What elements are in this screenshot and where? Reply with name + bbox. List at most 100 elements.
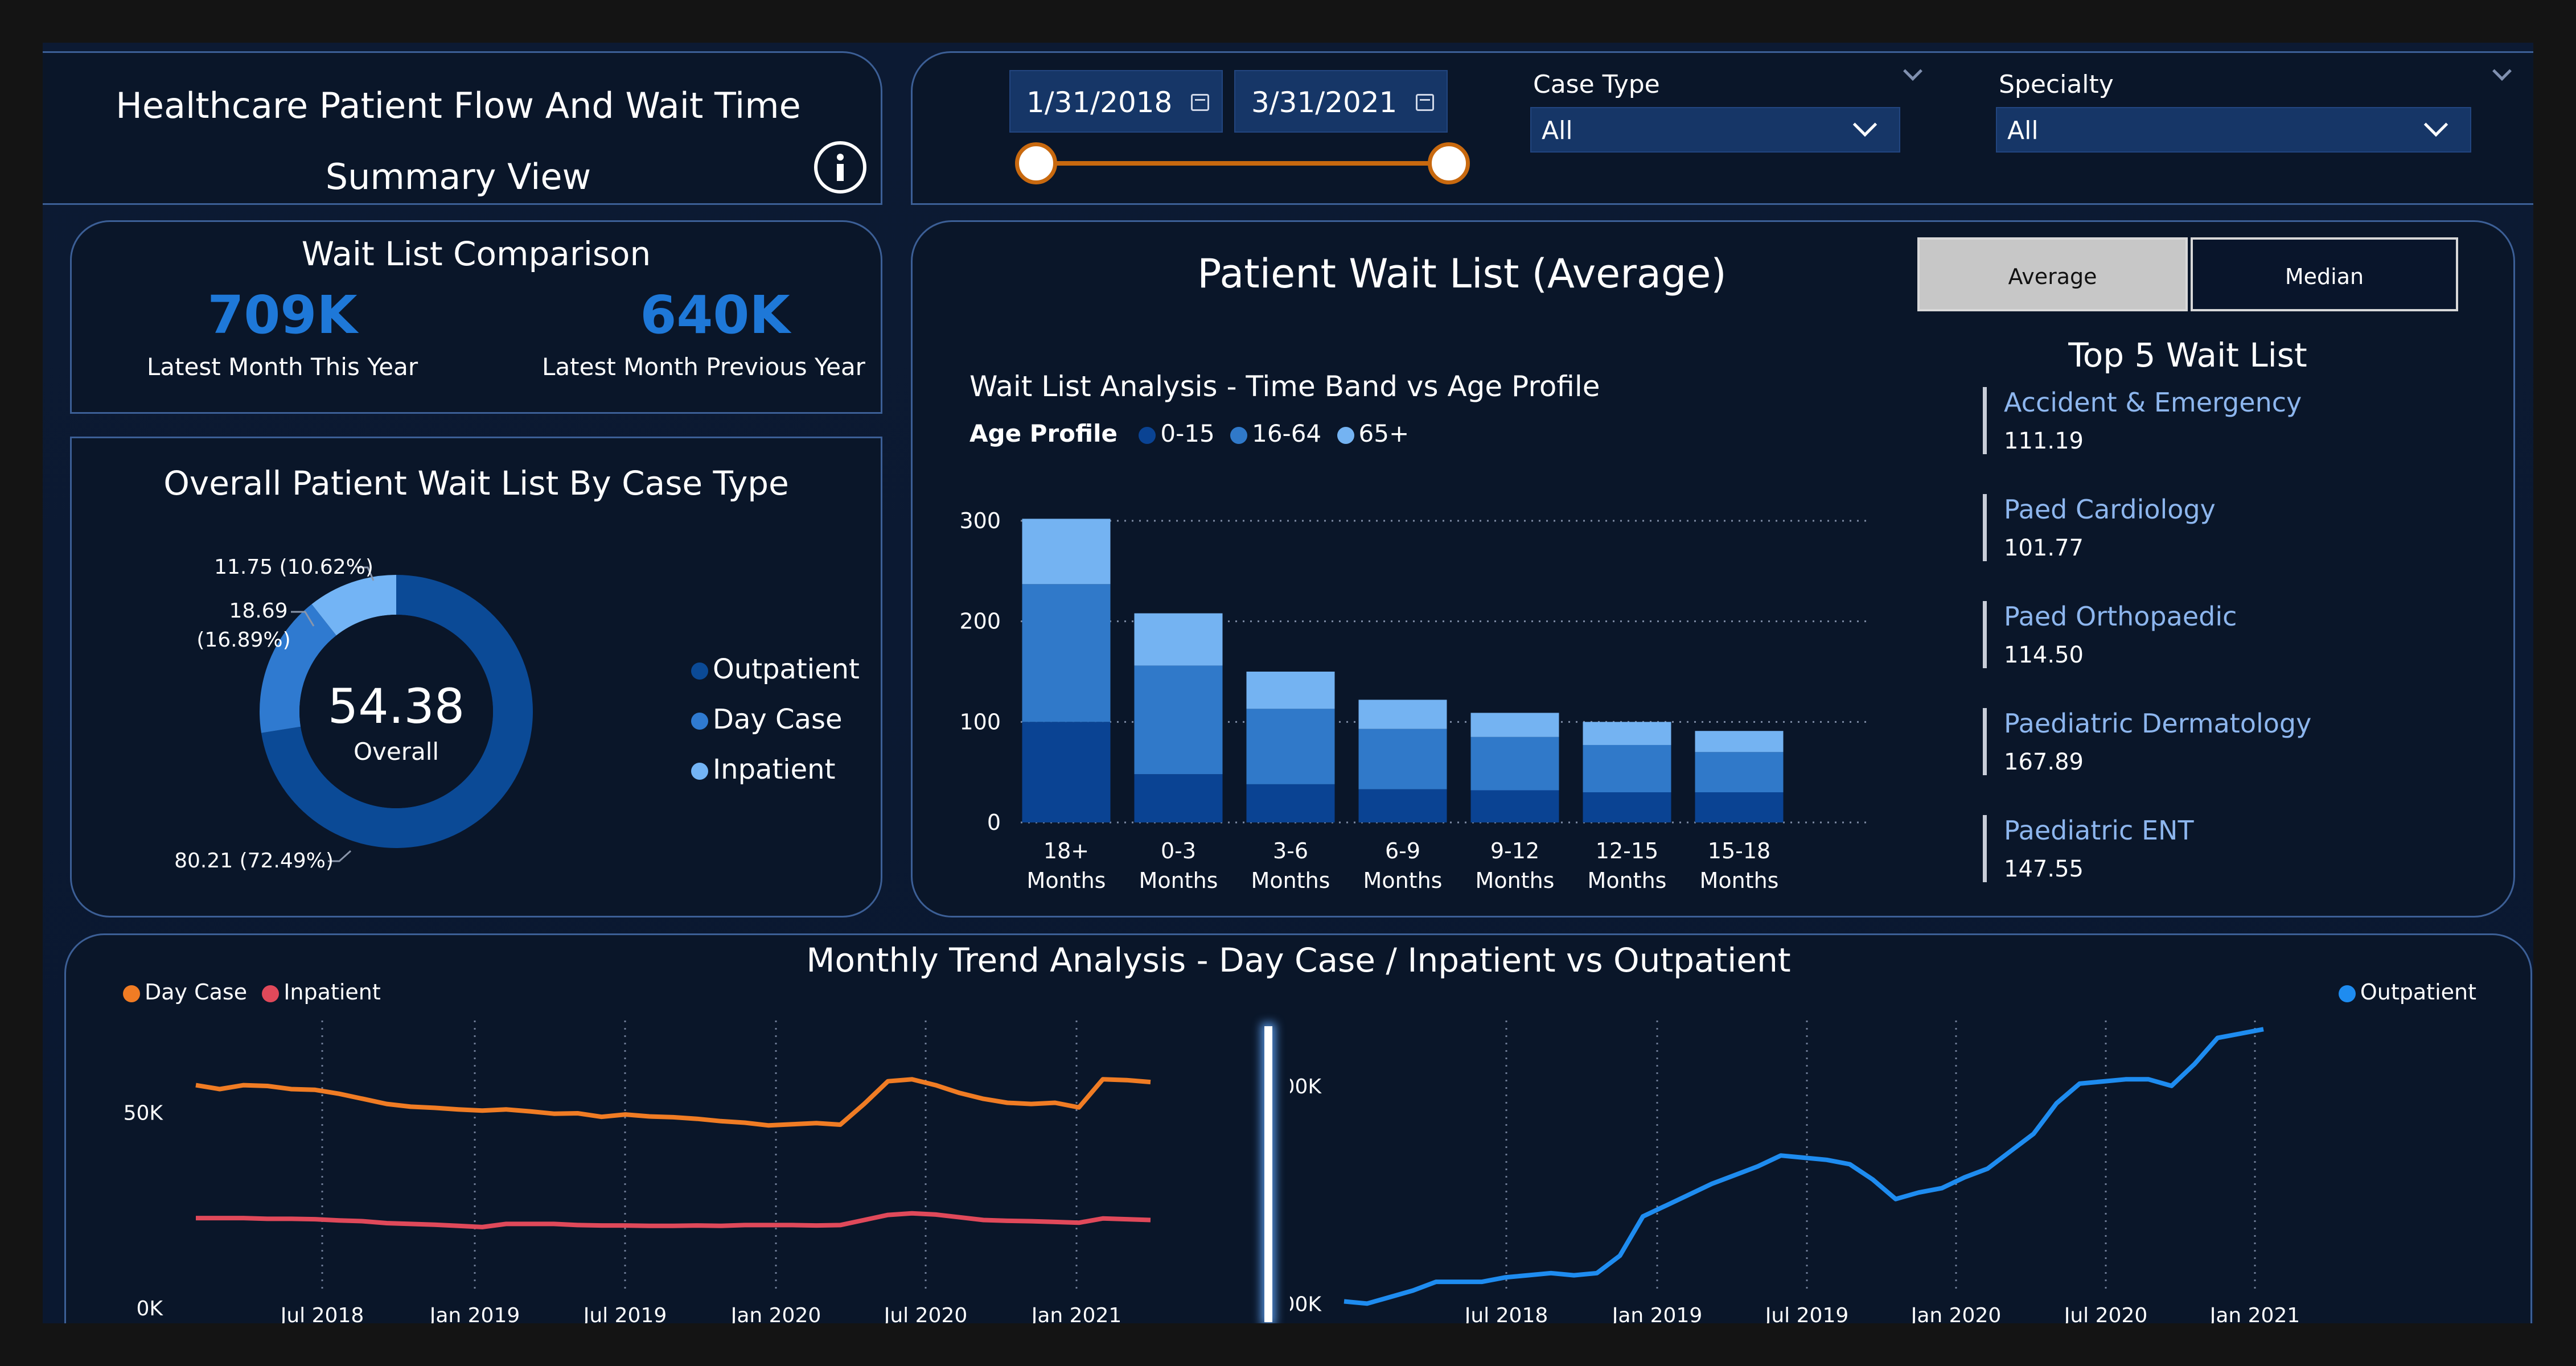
bar-segment-65+[interactable] xyxy=(1246,672,1335,709)
chevron-down-icon[interactable] xyxy=(2492,61,2512,81)
legend-item-outpatient[interactable]: Outpatient xyxy=(691,644,860,694)
top5-item[interactable]: Paediatric ENT 147.55 xyxy=(1983,815,2495,882)
chart-divider xyxy=(1264,1026,1272,1322)
date-slider-track[interactable] xyxy=(1035,161,1448,166)
x-tick-label: Jul 2019 xyxy=(1764,1304,1849,1323)
donut-center-label: Overall xyxy=(354,738,439,766)
top5-name: Paed Orthopaedic xyxy=(2004,601,2237,632)
top5-name: Paediatric Dermatology xyxy=(2004,708,2312,739)
bar-segment-0-15[interactable] xyxy=(1358,789,1447,822)
y-tick-label: 600K xyxy=(1290,1075,1322,1098)
bar-segment-0-15[interactable] xyxy=(1246,784,1335,822)
trend-line-day-case[interactable] xyxy=(195,1077,1151,1128)
y-tick-label: 0 xyxy=(987,810,1001,835)
case-type-value: All xyxy=(1542,116,1573,145)
trend-line-inpatient[interactable] xyxy=(196,1211,1151,1229)
bar-segment-65+[interactable] xyxy=(1358,700,1447,729)
bar-segment-0-15[interactable] xyxy=(1695,792,1784,822)
bar-segment-16-64[interactable] xyxy=(1022,584,1111,722)
specialty-label: Specialty xyxy=(1999,70,2114,99)
bar-segment-16-64[interactable] xyxy=(1583,744,1671,792)
bar-segment-65+[interactable] xyxy=(1583,722,1671,745)
kpi-prev-year-label: Latest Month Previous Year xyxy=(542,353,865,381)
donut-center-value: 54.38 xyxy=(328,678,465,734)
info-icon[interactable] xyxy=(814,141,866,194)
start-date-value: 1/31/2018 xyxy=(1026,86,1173,119)
y-tick-label: 50K xyxy=(124,1102,164,1125)
kpi-this-year-label: Latest Month This Year xyxy=(146,353,418,381)
x-tick-label: Jan 2019 xyxy=(429,1304,520,1323)
legend-label-daycase: Day Case xyxy=(713,703,843,735)
top5-item[interactable]: Accident & Emergency 111.19 xyxy=(1983,387,2495,454)
x-tick-label: Months xyxy=(1251,868,1330,893)
bar-segment-65+[interactable] xyxy=(1695,731,1784,752)
top5-value: 167.89 xyxy=(2004,749,2084,775)
y-tick-label: 0K xyxy=(136,1297,163,1320)
bar-segment-0-15[interactable] xyxy=(1470,790,1559,822)
bar-segment-65+[interactable] xyxy=(1470,713,1559,737)
calendar-icon[interactable] xyxy=(1416,94,1434,111)
x-tick-label: Months xyxy=(1363,868,1443,893)
kpi-title: Wait List Comparison xyxy=(301,234,651,273)
end-date-value: 3/31/2021 xyxy=(1251,86,1398,119)
kpi-panel: Wait List Comparison 709K Latest Month T… xyxy=(70,220,882,414)
y-tick-label: 300 xyxy=(959,508,1001,533)
bar-segment-16-64[interactable] xyxy=(1134,665,1223,775)
top5-item[interactable]: Paed Orthopaedic 114.50 xyxy=(1983,601,2495,668)
end-date-input[interactable]: 3/31/2021 xyxy=(1234,70,1448,133)
top5-name: Accident & Emergency xyxy=(2004,387,2302,418)
page-title-line1: Healthcare Patient Flow And Wait Time xyxy=(116,85,801,126)
legend-dot-inpatient xyxy=(691,763,708,780)
x-tick-label: Jul 2018 xyxy=(280,1304,364,1323)
x-tick-label: Jul 2019 xyxy=(582,1304,667,1323)
legend-item-daycase[interactable]: Day Case xyxy=(691,694,860,744)
wait-list-panel: Patient Wait List (Average) Average Medi… xyxy=(911,220,2515,917)
bar-segment-16-64[interactable] xyxy=(1246,709,1335,784)
date-slider-end-handle[interactable] xyxy=(1428,142,1470,184)
median-button[interactable]: Median xyxy=(2191,237,2458,311)
legend-item-inpatient[interactable]: Inpatient xyxy=(691,744,860,795)
trend-panel: Monthly Trend Analysis - Day Case / Inpa… xyxy=(64,933,2532,1323)
case-type-select[interactable]: All xyxy=(1530,107,1900,153)
kpi-this-year-value: 709K xyxy=(207,285,358,345)
specialty-select[interactable]: All xyxy=(1996,107,2471,153)
chevron-down-icon[interactable] xyxy=(1903,61,1922,81)
x-tick-label: Months xyxy=(1139,868,1218,893)
x-tick-label: Jan 2021 xyxy=(2209,1304,2300,1323)
bar-segment-65+[interactable] xyxy=(1022,519,1111,585)
x-tick-label: 3-6 xyxy=(1273,838,1308,863)
bar-segment-0-15[interactable] xyxy=(1583,792,1671,822)
top5-name: Paediatric ENT xyxy=(2004,815,2194,846)
kpi-prev-year-value: 640K xyxy=(640,285,790,345)
top5-value: 111.19 xyxy=(2004,428,2084,454)
y-tick-label: 100 xyxy=(959,709,1001,734)
bar-segment-16-64[interactable] xyxy=(1695,752,1784,792)
y-tick-label: 200 xyxy=(959,609,1001,634)
page-title-line2: Summary View xyxy=(325,156,591,198)
legend-dot-daycase xyxy=(691,713,708,730)
bar-segment-0-15[interactable] xyxy=(1022,722,1111,822)
bar-segment-16-64[interactable] xyxy=(1358,729,1447,789)
average-button[interactable]: Average xyxy=(1917,237,2188,311)
date-slider-start-handle[interactable] xyxy=(1015,142,1057,184)
chevron-down-icon xyxy=(1852,112,1877,137)
x-tick-label: Jan 2021 xyxy=(1030,1304,1122,1323)
top5-item[interactable]: Paed Cardiology 101.77 xyxy=(1983,494,2495,561)
bar-segment-65+[interactable] xyxy=(1134,613,1223,666)
case-type-label: Case Type xyxy=(1533,70,1660,99)
x-tick-label: 12-15 xyxy=(1596,838,1658,863)
start-date-input[interactable]: 1/31/2018 xyxy=(1009,70,1223,133)
calendar-icon[interactable] xyxy=(1191,94,1209,111)
top5-name: Paed Cardiology xyxy=(2004,494,2216,525)
top5-value: 114.50 xyxy=(2004,642,2084,668)
top5-item[interactable]: Paediatric Dermatology 167.89 xyxy=(1983,708,2495,775)
x-tick-label: 18+ xyxy=(1043,838,1089,863)
bar-segment-0-15[interactable] xyxy=(1134,774,1223,822)
donut-label-outpatient: 80.21 (72.49%) xyxy=(174,849,334,873)
x-tick-label: 15-18 xyxy=(1708,838,1770,863)
trend-line-outpatient[interactable] xyxy=(1344,1027,2264,1306)
wait-list-bar-chart: 0 100 200 300 18+ Months 0-3 Months 3-6 Months 6-9… xyxy=(959,508,1869,893)
legend-label-inpatient: Inpatient xyxy=(713,754,836,785)
page-title: Healthcare Patient Flow And Wait Time Su… xyxy=(60,70,857,212)
bar-segment-16-64[interactable] xyxy=(1470,737,1559,791)
